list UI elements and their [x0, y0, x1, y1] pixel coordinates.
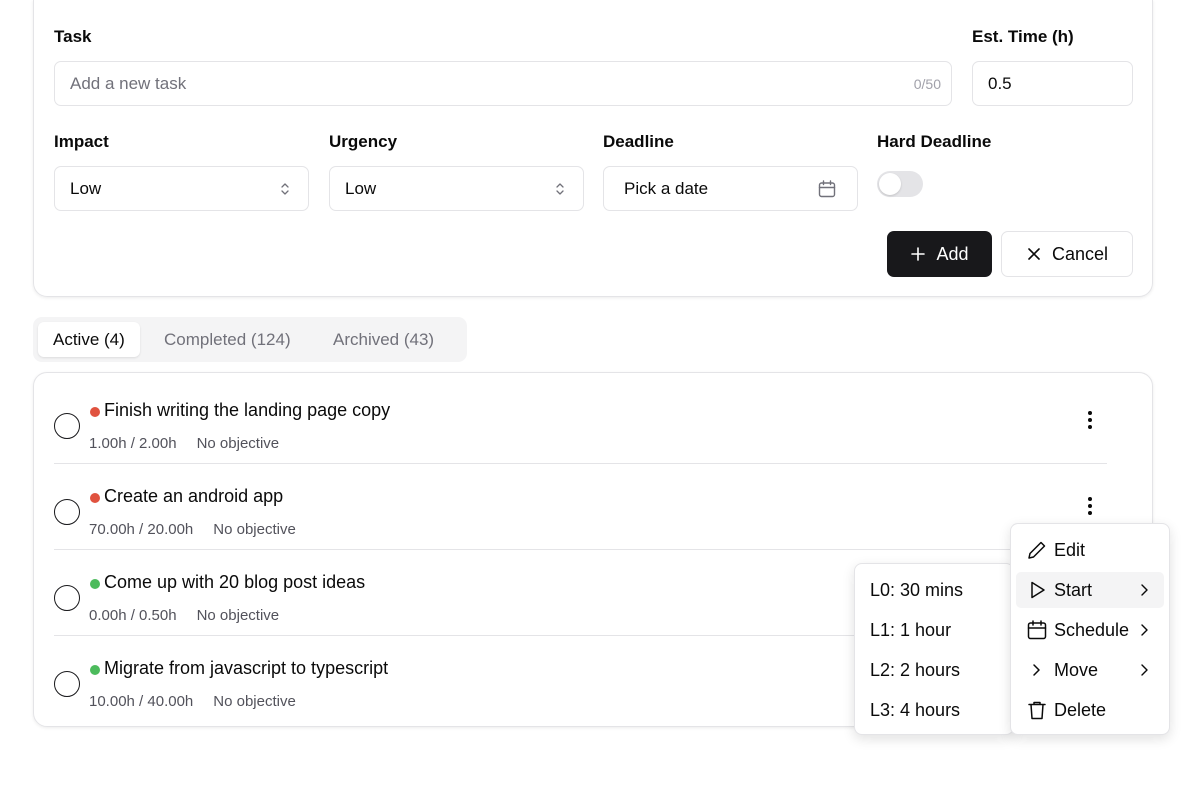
urgency-label: Urgency [329, 132, 398, 151]
tab-active[interactable]: Active (4) [38, 322, 140, 357]
complete-checkbox[interactable] [54, 413, 80, 439]
task-row: Finish writing the landing page copy 1.0… [54, 378, 1107, 464]
priority-dot [90, 665, 100, 675]
priority-dot [90, 579, 100, 589]
menu-item-label: Move [1054, 659, 1099, 680]
urgency-select[interactable]: Low [329, 166, 584, 211]
trash-icon [1028, 701, 1046, 720]
menu-item-schedule[interactable]: Schedule [1016, 612, 1164, 648]
deadline-picker[interactable]: Pick a date [603, 166, 858, 211]
calendar-icon [1027, 620, 1047, 640]
urgency-value: Low [345, 178, 377, 198]
chevron-up-down-icon [556, 183, 564, 195]
task-objective: No objective [213, 521, 296, 538]
add-button[interactable]: Add [887, 231, 992, 277]
submenu-item-l0[interactable]: L0: 30 mins [870, 580, 963, 601]
menu-item-label: Start [1054, 579, 1093, 600]
est-time-input[interactable]: 0.5 [972, 61, 1133, 106]
tab-completed[interactable]: Completed (124) [149, 322, 306, 357]
complete-checkbox[interactable] [54, 499, 80, 525]
start-submenu: L0: 30 mins L1: 1 hour L2: 2 hours L3: 4… [854, 563, 1014, 735]
task-objective: No objective [213, 693, 296, 710]
task-title[interactable]: Come up with 20 blog post ideas [104, 572, 365, 593]
more-vertical-icon[interactable] [1080, 494, 1100, 518]
submenu-item-l2[interactable]: L2: 2 hours [870, 660, 960, 681]
menu-item-edit[interactable]: Edit [1016, 532, 1164, 568]
chevron-right-icon [1033, 664, 1040, 676]
task-context-menu: Edit Start Schedule Move Delete [1010, 523, 1170, 735]
task-row: Create an android app 70.00h / 20.00h No … [54, 464, 1107, 550]
task-title[interactable]: Migrate from javascript to typescript [104, 658, 388, 679]
est-time-value: 0.5 [988, 73, 1012, 93]
hard-deadline-label: Hard Deadline [877, 132, 992, 151]
cancel-button[interactable]: Cancel [1001, 231, 1133, 277]
priority-dot [90, 407, 100, 417]
impact-select[interactable]: Low [54, 166, 309, 211]
chevron-right-icon [1141, 584, 1148, 596]
close-icon [1028, 248, 1040, 260]
task-objective: No objective [196, 435, 280, 452]
toggle-knob [879, 173, 901, 195]
priority-dot [90, 493, 100, 503]
task-tabs: Active (4) Completed (124) Archived (43) [33, 317, 467, 362]
chevron-right-icon [1141, 624, 1148, 636]
menu-item-label: Schedule [1054, 619, 1130, 640]
task-input[interactable]: Add a new task 0/50 [54, 61, 952, 106]
task-meta: 10.00h / 40.00h No objective [89, 693, 296, 710]
task-title[interactable]: Create an android app [104, 486, 283, 507]
chevron-up-down-icon [281, 183, 289, 195]
task-time: 0.00h / 0.50h [89, 607, 177, 624]
new-task-form: Task Add a new task 0/50 Est. Time (h) 0… [33, 0, 1153, 297]
chevron-right-icon [1141, 664, 1148, 676]
task-objective: No objective [196, 607, 280, 624]
pencil-icon [1028, 541, 1046, 559]
plus-icon [911, 247, 926, 261]
menu-item-start[interactable]: Start [1016, 572, 1164, 608]
add-button-label: Add [936, 243, 969, 264]
char-counter: 0/50 [913, 75, 941, 92]
cancel-button-label: Cancel [1051, 243, 1109, 264]
est-time-label: Est. Time (h) [972, 27, 1074, 46]
deadline-placeholder: Pick a date [624, 178, 709, 198]
task-label: Task [54, 27, 92, 46]
submenu-item-l1[interactable]: L1: 1 hour [870, 620, 951, 641]
complete-checkbox[interactable] [54, 671, 80, 697]
menu-item-label: Delete [1054, 699, 1107, 720]
impact-label: Impact [54, 132, 109, 151]
task-meta: 1.00h / 2.00h No objective [89, 435, 279, 452]
calendar-icon [818, 180, 836, 198]
task-meta: 0.00h / 0.50h No objective [89, 607, 279, 624]
task-meta: 70.00h / 20.00h No objective [89, 521, 296, 538]
submenu-item-l3[interactable]: L3: 4 hours [870, 700, 960, 721]
task-time: 70.00h / 20.00h [89, 521, 194, 538]
task-title[interactable]: Finish writing the landing page copy [104, 400, 390, 421]
task-placeholder: Add a new task [70, 73, 187, 93]
play-icon [1031, 581, 1045, 599]
more-vertical-icon[interactable] [1080, 408, 1100, 432]
hard-deadline-toggle[interactable] [877, 171, 923, 197]
task-time: 1.00h / 2.00h [89, 435, 177, 452]
deadline-label: Deadline [603, 132, 674, 151]
task-time: 10.00h / 40.00h [89, 693, 194, 710]
menu-item-move[interactable]: Move [1016, 652, 1164, 688]
impact-value: Low [70, 178, 102, 198]
menu-item-label: Edit [1054, 539, 1086, 560]
menu-item-delete[interactable]: Delete [1016, 692, 1164, 728]
tab-archived[interactable]: Archived (43) [318, 322, 449, 357]
complete-checkbox[interactable] [54, 585, 80, 611]
